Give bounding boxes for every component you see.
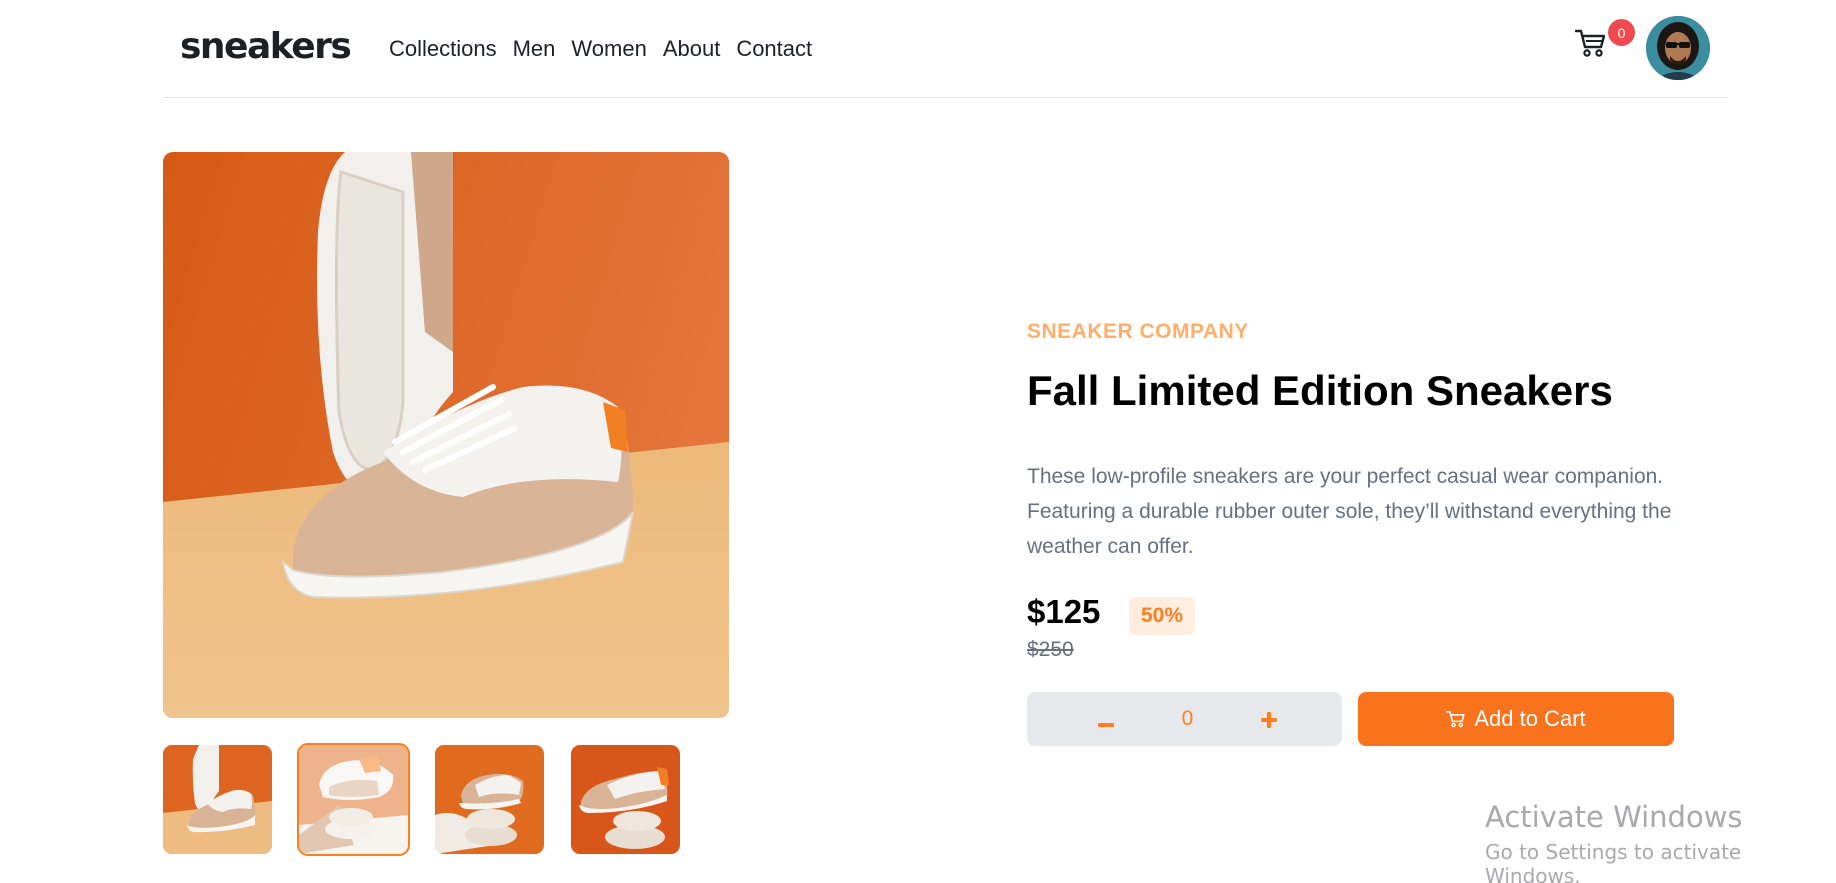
cart-button[interactable]: 0 [1574,19,1635,68]
main-nav: Collections Men Women About Contact [389,36,812,62]
watermark-subtitle: Go to Settings to activate Windows. [1485,840,1742,883]
thumbnail-image [435,745,544,854]
nav-link-women[interactable]: Women [571,36,646,62]
original-price: $250 [1027,638,1074,661]
increase-quantity-button[interactable] [1256,704,1282,734]
windows-activation-watermark: Activate Windows Go to Settings to activ… [1485,800,1836,883]
thumbnail-image [571,745,680,854]
thumbnail-list [163,743,680,856]
add-to-cart-button[interactable]: Add to Cart [1358,692,1674,746]
cart-icon [1446,711,1465,728]
sneaker-photo [163,152,729,718]
thumbnail-image [163,745,272,854]
thumbnail-1[interactable] [163,745,272,854]
discount-badge: 50% [1129,597,1195,635]
add-to-cart-label: Add to Cart [1474,706,1586,731]
nav-link-collections[interactable]: Collections [389,36,497,62]
thumbnail-2[interactable] [297,743,410,856]
watermark-title: Activate Windows [1485,800,1743,834]
product-title: Fall Limited Edition Sneakers [1027,367,1613,414]
decrease-quantity-button[interactable] [1093,704,1119,734]
site-header: sneakers Collections Men Women About Con… [163,0,1727,98]
main-product-image[interactable] [163,152,729,718]
cart-count-badge: 0 [1608,19,1635,46]
company-name: SNEAKER COMPANY [1027,320,1249,343]
avatar-image [1646,16,1710,80]
nav-link-about[interactable]: About [663,36,721,62]
plus-icon [1261,712,1277,728]
user-avatar[interactable] [1646,16,1710,80]
current-price: $125 [1027,593,1101,630]
thumbnail-image [299,745,408,854]
quantity-stepper: 0 [1027,692,1342,746]
thumbnail-3[interactable] [435,745,544,854]
thumbnail-4[interactable] [571,745,680,854]
nav-link-contact[interactable]: Contact [736,36,812,62]
cart-icon [1574,29,1606,57]
quantity-value: 0 [1181,707,1194,730]
logo[interactable]: sneakers [180,26,352,67]
minus-icon [1098,723,1114,727]
product-description: These low-profile sneakers are your perf… [1027,465,1672,558]
nav-link-men[interactable]: Men [513,36,556,62]
